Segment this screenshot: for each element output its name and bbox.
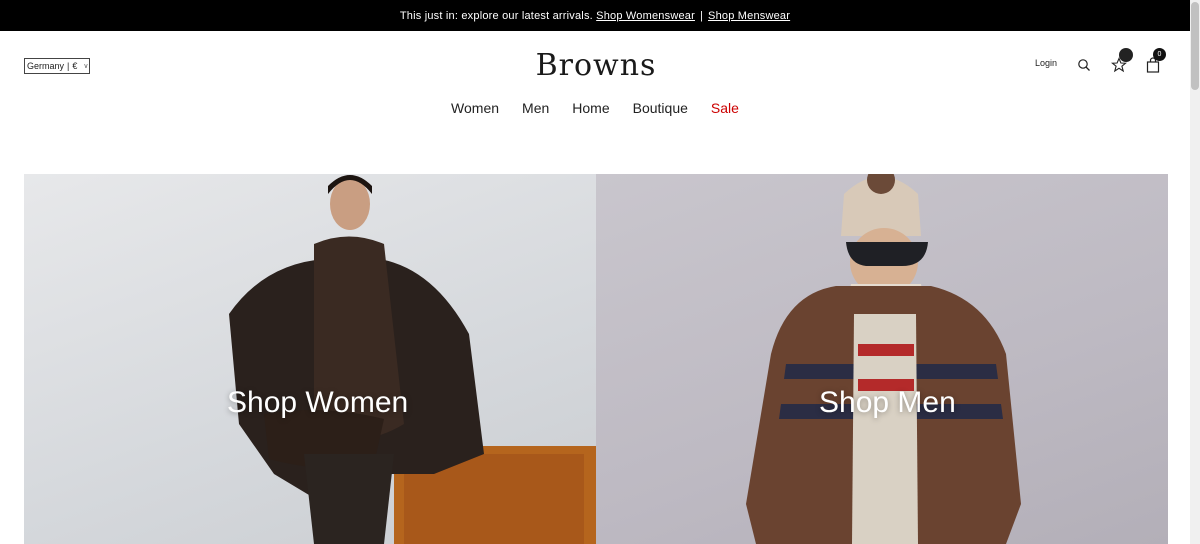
bag-count-badge: 0 [1153, 48, 1166, 61]
men-model-image [746, 174, 1021, 544]
shop-men-label: Shop Men [819, 386, 956, 419]
brand-logo[interactable]: Browns [531, 46, 661, 82]
wishlist-badge [1119, 48, 1133, 62]
shop-menswear-link[interactable]: Shop Menswear [708, 10, 790, 22]
nav-item-men[interactable]: Men [522, 100, 549, 116]
scrollbar-thumb[interactable] [1191, 2, 1199, 90]
header-actions: Login 0 [1030, 48, 1170, 77]
promo-separator: | [699, 9, 704, 22]
chevron-down-icon: ∨ [83, 63, 89, 70]
region-currency: € [72, 61, 78, 71]
nav-item-home[interactable]: Home [572, 100, 609, 116]
women-model-image [229, 175, 596, 544]
nav-item-sale[interactable]: Sale [711, 100, 739, 116]
login-link[interactable]: Login [1035, 58, 1057, 68]
shop-women-label: Shop Women [227, 386, 409, 419]
shop-women-panel[interactable]: Shop Women [24, 174, 596, 544]
region-divider: | [67, 61, 70, 71]
search-icon[interactable] [1077, 58, 1091, 72]
shop-womenswear-link[interactable]: Shop Womenswear [596, 10, 695, 22]
page-scrollbar[interactable] [1190, 0, 1200, 544]
main-navigation: Women Men Home Boutique Sale [0, 100, 1190, 116]
region-country: Germany [27, 61, 65, 71]
nav-item-boutique[interactable]: Boutique [633, 100, 688, 116]
region-currency-selector[interactable]: Germany | € ∨ [24, 58, 90, 74]
promo-text: This just in: explore our latest arrival… [399, 9, 593, 22]
shop-men-panel[interactable]: Shop Men [596, 174, 1168, 544]
promo-bar: This just in: explore our latest arrival… [0, 0, 1190, 31]
hero-banner: Shop Women Shop Men [24, 174, 1168, 544]
nav-item-women[interactable]: Women [451, 100, 499, 116]
